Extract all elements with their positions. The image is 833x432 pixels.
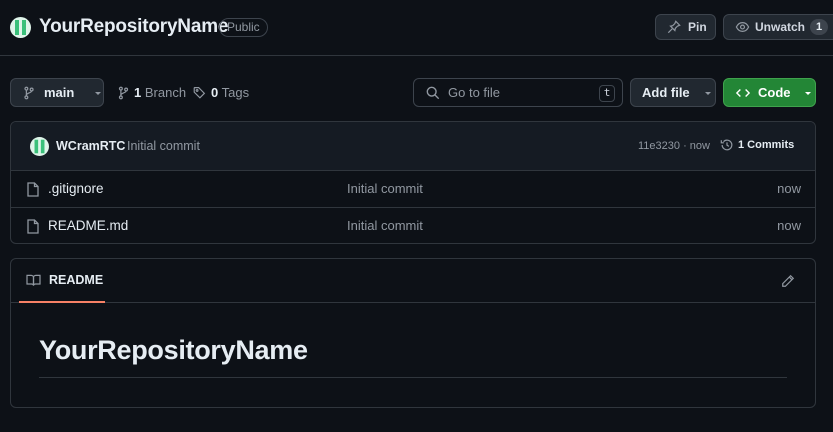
tags-label: Tags — [221, 85, 250, 100]
unwatch-button[interactable]: Unwatch 1 — [723, 14, 833, 40]
pin-button[interactable]: Pin — [655, 14, 716, 40]
author-avatar[interactable] — [30, 137, 49, 156]
book-icon — [26, 274, 41, 287]
add-file-button[interactable]: Add file — [630, 78, 716, 107]
readme-tab-label: README — [49, 273, 104, 287]
commit-author[interactable]: WCramRTC — [56, 139, 125, 153]
commits-count-label: 1 Commits — [738, 139, 795, 151]
file-icon — [27, 219, 39, 234]
heading-divider — [39, 377, 787, 378]
search-icon — [426, 86, 440, 100]
pencil-icon[interactable] — [781, 274, 795, 288]
history-icon — [720, 138, 734, 152]
commit-message[interactable]: Initial commit — [127, 139, 200, 153]
go-to-file-search[interactable]: t — [413, 78, 623, 107]
file-row[interactable]: README.md Initial commit now — [11, 208, 815, 243]
readme-header: README — [11, 259, 815, 303]
repo-header: YourRepositoryName Public Pin Unwatch 1 — [0, 0, 833, 56]
tab-readme[interactable]: README — [19, 259, 105, 303]
chevron-down-icon — [93, 88, 103, 98]
branch-selector[interactable]: main — [10, 78, 104, 107]
chevron-down-icon — [703, 88, 713, 98]
code-button[interactable]: Code — [723, 78, 816, 107]
owner-avatar[interactable] — [10, 17, 31, 38]
readme-heading: YourRepositoryName — [39, 335, 308, 365]
latest-commit-bar: WCramRTC Initial commit 11e3230 · now 1 … — [11, 122, 815, 171]
pin-icon — [667, 20, 681, 34]
visibility-badge: Public — [219, 18, 268, 37]
repo-name[interactable]: YourRepositoryName — [39, 16, 228, 38]
git-branch-icon — [118, 86, 129, 100]
search-input[interactable] — [448, 85, 588, 100]
file-row[interactable]: .gitignore Initial commit now — [11, 171, 815, 208]
file-name[interactable]: .gitignore — [48, 181, 104, 196]
add-file-label: Add file — [642, 85, 690, 100]
file-icon — [27, 182, 39, 197]
branches-label: Branch — [144, 85, 187, 100]
keyboard-shortcut-hint: t — [599, 85, 615, 102]
readme-panel: README YourRepositoryName — [10, 258, 816, 408]
file-name[interactable]: README.md — [48, 218, 128, 233]
watch-count: 1 — [810, 19, 829, 35]
commits-history-link[interactable]: 1 Commits — [720, 138, 794, 152]
branch-name: main — [44, 85, 75, 100]
chevron-down-icon — [803, 88, 813, 98]
code-label: Code — [758, 85, 791, 100]
branches-link[interactable]: 1 Branch — [118, 85, 186, 100]
tags-link[interactable]: 0 Tags — [193, 85, 249, 100]
tag-icon — [193, 86, 206, 99]
git-branch-icon — [23, 86, 35, 100]
branches-count: 1 — [134, 85, 142, 100]
file-table: WCramRTC Initial commit 11e3230 · now 1 … — [10, 121, 816, 244]
file-commit-message[interactable]: Initial commit — [347, 218, 423, 233]
file-commit-time: now — [777, 218, 801, 233]
unwatch-label: Unwatch — [755, 20, 806, 34]
eye-icon — [735, 20, 750, 34]
repository-page: YourRepositoryName Public Pin Unwatch 1 — [0, 0, 833, 432]
commit-hash-time[interactable]: 11e3230 · now — [638, 140, 710, 152]
tags-count: 0 — [211, 85, 219, 100]
file-commit-time: now — [777, 181, 801, 196]
pin-label: Pin — [688, 20, 707, 34]
file-commit-message[interactable]: Initial commit — [347, 181, 423, 196]
code-icon — [736, 87, 750, 99]
